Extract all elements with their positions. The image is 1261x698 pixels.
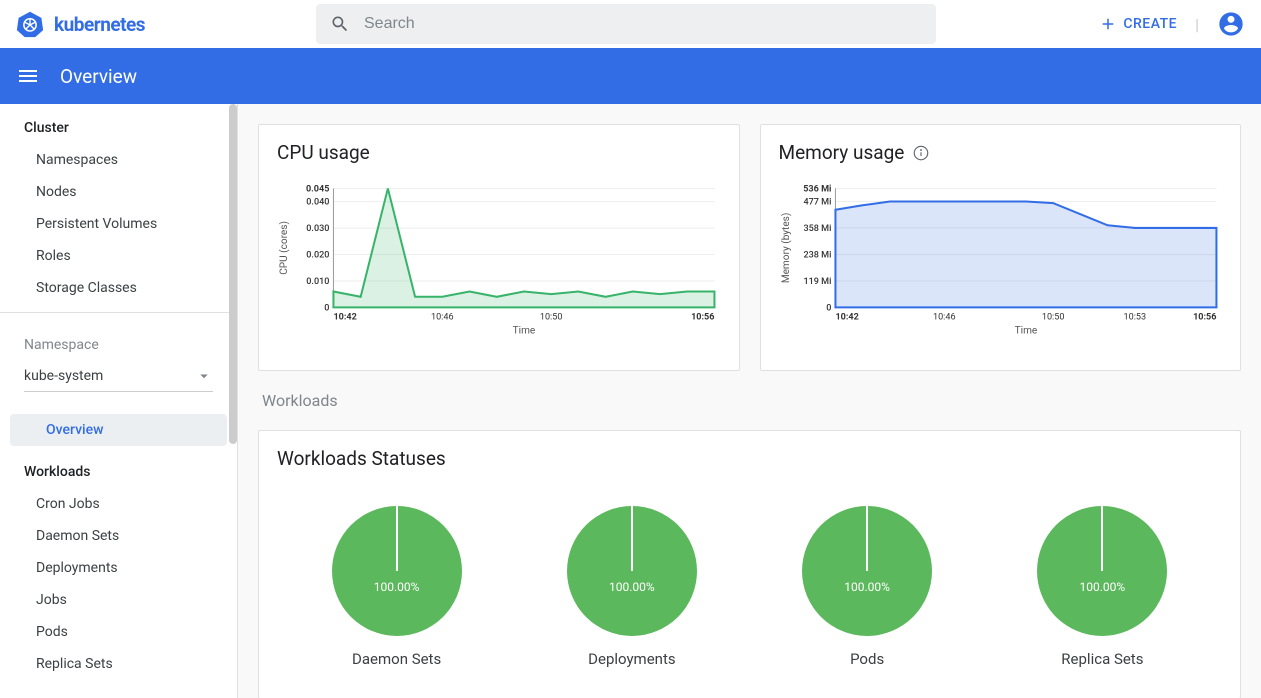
status-replica-sets: 100.00% Replica Sets (1037, 506, 1167, 668)
sidebar-item-jobs[interactable]: Jobs (0, 584, 237, 616)
status-percent: 100.00% (1080, 580, 1126, 594)
svg-text:477 Mi: 477 Mi (803, 198, 831, 208)
status-daemon-sets: 100.00% Daemon Sets (332, 506, 462, 668)
status-donut: 100.00% (802, 506, 932, 636)
sidebar-scrollbar[interactable] (229, 104, 237, 444)
svg-text:10:50: 10:50 (1041, 312, 1064, 322)
memory-chart: 0 119 Mi 238 Mi 358 Mi 477 Mi 536 Mi 10:42 10:4… (779, 180, 1223, 340)
sidebar-section-namespace: Namespace (0, 321, 237, 361)
sidebar-item-deployments[interactable]: Deployments (0, 552, 237, 584)
svg-text:10:46: 10:46 (933, 312, 956, 322)
namespace-value: kube-system (24, 368, 103, 384)
sidebar-item-storage-classes[interactable]: Storage Classes (0, 272, 237, 304)
create-label: CREATE (1123, 16, 1177, 32)
sidebar-item-persistent-volumes[interactable]: Persistent Volumes (0, 208, 237, 240)
status-donut: 100.00% (332, 506, 462, 636)
plus-icon (1099, 15, 1117, 33)
cpu-card-title: CPU usage (259, 125, 739, 180)
chevron-down-icon (195, 367, 213, 385)
workloads-status-card: Workloads Statuses 100.00%Daemon Sets100… (258, 430, 1241, 698)
svg-text:Time: Time (513, 326, 536, 337)
main-content: CPU usage 0 0.010 0.020 0.030 0.040 0.045 10:4… (238, 104, 1261, 698)
svg-text:0.030: 0.030 (306, 224, 329, 234)
memory-card-title: Memory usage (779, 141, 905, 164)
cpu-chart: 0 0.010 0.020 0.030 0.040 0.045 10:42 10:46 10:5… (277, 180, 721, 340)
svg-text:CPU (cores): CPU (cores) (278, 221, 290, 275)
workloads-section-label: Workloads (258, 371, 1241, 430)
svg-text:10:56: 10:56 (691, 312, 714, 322)
sidebar: Cluster NamespacesNodesPersistent Volume… (0, 104, 238, 698)
sidebar-item-daemon-sets[interactable]: Daemon Sets (0, 520, 237, 552)
page-title: Overview (60, 65, 137, 88)
sidebar-item-namespaces[interactable]: Namespaces (0, 144, 237, 176)
svg-text:0.020: 0.020 (306, 251, 329, 261)
svg-text:0.010: 0.010 (306, 277, 329, 287)
status-pods: 100.00% Pods (802, 506, 932, 668)
brand-logo: kubernetes (16, 10, 316, 38)
status-card-title: Workloads Statuses (259, 431, 1240, 486)
cpu-usage-card: CPU usage 0 0.010 0.020 0.030 0.040 0.045 10:4… (258, 124, 740, 371)
svg-text:358 Mi: 358 Mi (803, 224, 831, 234)
status-percent: 100.00% (374, 580, 420, 594)
separator: | (1195, 15, 1199, 34)
svg-text:10:46: 10:46 (431, 312, 454, 322)
svg-text:10:42: 10:42 (835, 312, 858, 322)
sidebar-item-nodes[interactable]: Nodes (0, 176, 237, 208)
svg-text:10:50: 10:50 (540, 312, 563, 322)
search-input[interactable] (364, 15, 922, 33)
brand-name: kubernetes (54, 13, 145, 36)
svg-text:536 Mi: 536 Mi (803, 184, 831, 194)
status-label: Daemon Sets (352, 650, 441, 668)
sidebar-item-roles[interactable]: Roles (0, 240, 237, 272)
sidebar-item-replica-sets[interactable]: Replica Sets (0, 648, 237, 680)
svg-text:Memory (bytes): Memory (bytes) (780, 213, 792, 284)
svg-text:10:56: 10:56 (1193, 312, 1216, 322)
sidebar-item-cron-jobs[interactable]: Cron Jobs (0, 488, 237, 520)
sidebar-section-cluster: Cluster (0, 104, 237, 144)
svg-text:0.045: 0.045 (306, 184, 329, 194)
divider (0, 312, 237, 313)
svg-text:238 Mi: 238 Mi (803, 251, 831, 261)
namespace-selector[interactable]: kube-system (24, 361, 213, 392)
menu-icon[interactable] (16, 64, 40, 88)
status-label: Deployments (588, 650, 675, 668)
kubernetes-icon (16, 10, 44, 38)
search-box[interactable] (316, 4, 936, 44)
search-icon (330, 14, 350, 34)
sidebar-item-overview[interactable]: Overview (10, 414, 227, 446)
status-label: Pods (850, 650, 884, 668)
status-percent: 100.00% (844, 580, 890, 594)
top-actions: CREATE | (1099, 10, 1245, 38)
user-icon[interactable] (1217, 10, 1245, 38)
sidebar-section-workloads: Workloads (0, 448, 237, 488)
status-deployments: 100.00% Deployments (567, 506, 697, 668)
svg-text:0: 0 (826, 303, 831, 313)
page-header: Overview (0, 48, 1261, 104)
status-donut: 100.00% (567, 506, 697, 636)
info-icon[interactable] (912, 144, 930, 162)
status-label: Replica Sets (1061, 650, 1143, 668)
status-donut: 100.00% (1037, 506, 1167, 636)
svg-text:119 Mi: 119 Mi (803, 277, 831, 287)
memory-usage-card: Memory usage 0 119 Mi 238 Mi 358 Mi 477 Mi 53… (760, 124, 1242, 371)
svg-text:10:53: 10:53 (1123, 312, 1146, 322)
svg-text:0.040: 0.040 (306, 198, 329, 208)
status-percent: 100.00% (609, 580, 655, 594)
svg-text:10:42: 10:42 (333, 312, 356, 322)
top-bar: kubernetes CREATE | (0, 0, 1261, 48)
svg-text:Time: Time (1014, 326, 1037, 337)
sidebar-item-pods[interactable]: Pods (0, 616, 237, 648)
svg-text:0: 0 (324, 303, 329, 313)
create-button[interactable]: CREATE (1099, 15, 1177, 33)
